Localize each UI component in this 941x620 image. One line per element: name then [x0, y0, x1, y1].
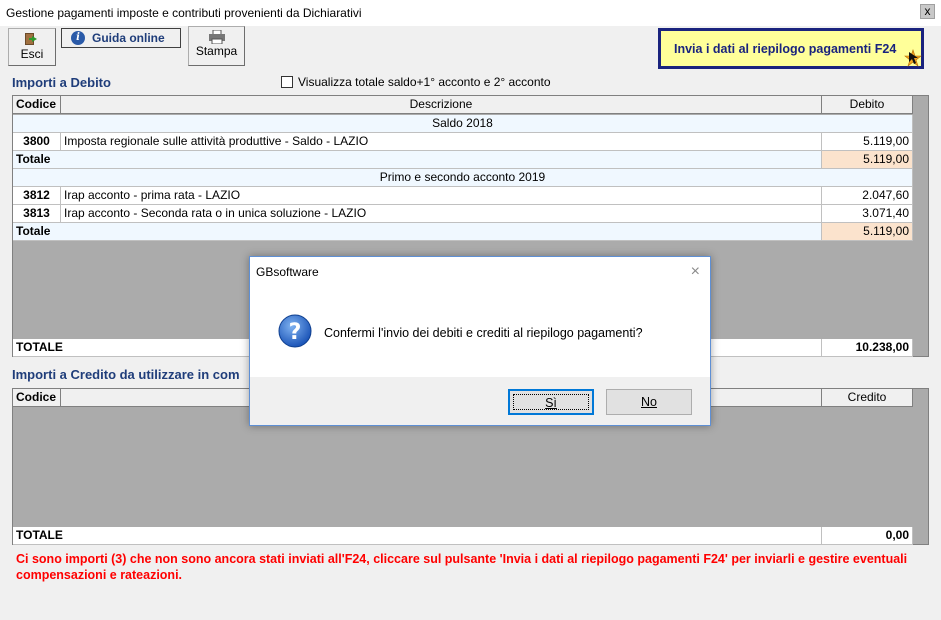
subtotal-label: Totale — [13, 223, 822, 241]
yes-label: Sì — [513, 394, 589, 410]
group-row: Saldo 2018 — [13, 115, 928, 133]
col-header-debito: Debito — [822, 96, 913, 114]
dialog-title: GBsoftware — [256, 265, 319, 279]
table-row[interactable]: 3812 Irap acconto - prima rata - LAZIO 2… — [13, 187, 928, 205]
no-label: No — [641, 395, 657, 409]
col-header-credito: Credito — [822, 389, 913, 407]
group-title: Saldo 2018 — [13, 115, 913, 133]
subtotal-row: Totale 5.119,00 — [13, 223, 928, 241]
cell-importo: 2.047,60 — [822, 187, 913, 205]
grand-total-label: TOTALE — [13, 527, 822, 545]
stampa-button[interactable]: Stampa — [188, 26, 245, 66]
grand-total-value: 10.238,00 — [822, 339, 913, 357]
col-header-codice: Codice — [13, 96, 61, 114]
checkbox-box[interactable] — [281, 76, 293, 88]
group-title: Primo e secondo acconto 2019 — [13, 169, 913, 187]
window-title: Gestione pagamenti imposte e contributi … — [6, 6, 362, 20]
table-row[interactable]: 3800 Imposta regionale sulle attività pr… — [13, 133, 928, 151]
cell-importo: 3.071,40 — [822, 205, 913, 223]
invia-f24-button[interactable]: Invia i dati al riepilogo pagamenti F24 — [658, 28, 924, 69]
esci-button[interactable]: Esci — [8, 28, 56, 66]
debito-header-row: Codice Descrizione Debito — [13, 96, 928, 114]
credito-section-title: Importi a Credito da utilizzare in com — [12, 367, 240, 382]
window-close-button[interactable]: x — [920, 4, 935, 19]
yes-button[interactable]: Sì — [508, 389, 594, 415]
cell-descrizione: Irap acconto - prima rata - LAZIO — [61, 187, 822, 205]
guida-online-button[interactable]: i Guida online — [61, 28, 181, 48]
cell-codice: 3812 — [13, 187, 61, 205]
guida-online-label: Guida online — [92, 31, 165, 45]
col-header-codice: Codice — [13, 389, 61, 407]
info-icon: i — [71, 31, 85, 45]
title-bar: Gestione pagamenti imposte e contributi … — [0, 0, 941, 26]
hand-cursor-icon — [904, 49, 922, 67]
col-header-descrizione: Descrizione — [61, 96, 822, 114]
grand-total-row: TOTALE 0,00 — [13, 527, 928, 545]
checkbox-label: Visualizza totale saldo+1° acconto e 2° … — [298, 75, 551, 89]
group-row: Primo e secondo acconto 2019 — [13, 169, 928, 187]
confirm-dialog: GBsoftware × ? Confermi l'invio dei debi… — [249, 256, 711, 426]
dialog-close-button[interactable]: × — [691, 263, 700, 281]
svg-text:?: ? — [289, 320, 302, 345]
cell-codice: 3800 — [13, 133, 61, 151]
dialog-body: GBsoftware × ? Confermi l'invio dei debi… — [250, 257, 710, 377]
subtotal-value: 5.119,00 — [822, 223, 913, 241]
debito-section-title: Importi a Debito — [12, 75, 111, 90]
question-icon: ? — [278, 314, 312, 348]
invia-f24-label: Invia i dati al riepilogo pagamenti F24 — [674, 42, 897, 56]
stampa-label: Stampa — [195, 44, 238, 58]
printer-icon — [208, 30, 225, 44]
dialog-message: Confermi l'invio dei debiti e crediti al… — [324, 326, 643, 340]
subtotal-value: 5.119,00 — [822, 151, 913, 169]
exit-icon — [25, 33, 37, 45]
no-button[interactable]: No — [606, 389, 692, 415]
warning-message: Ci sono importi (3) che non sono ancora … — [16, 552, 908, 582]
table-row[interactable]: 3813 Irap acconto - Seconda rata o in un… — [13, 205, 928, 223]
cell-descrizione: Imposta regionale sulle attività produtt… — [61, 133, 822, 151]
esci-label: Esci — [20, 47, 44, 61]
cell-importo: 5.119,00 — [822, 133, 913, 151]
cell-descrizione: Irap acconto - Seconda rata o in unica s… — [61, 205, 822, 223]
cell-codice: 3813 — [13, 205, 61, 223]
subtotal-label: Totale — [13, 151, 822, 169]
grand-total-value: 0,00 — [822, 527, 913, 545]
subtotal-row: Totale 5.119,00 — [13, 151, 928, 169]
